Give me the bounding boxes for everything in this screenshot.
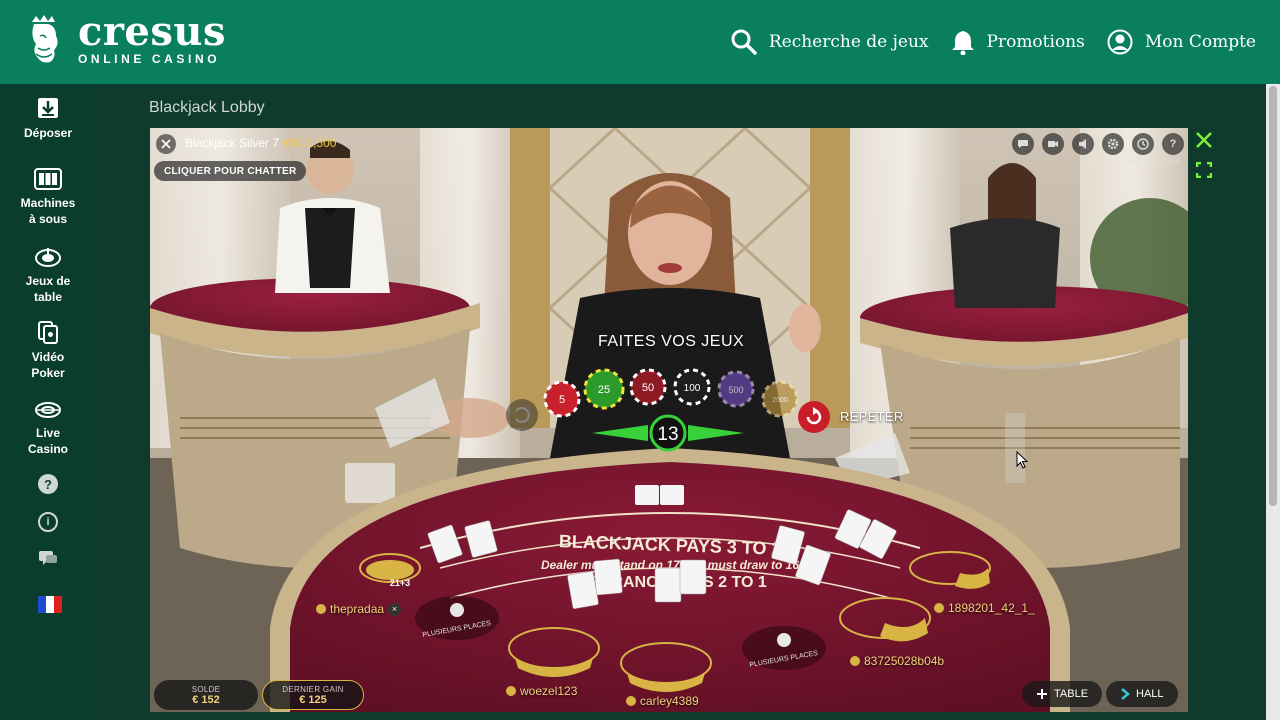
search-games-link[interactable]: Recherche de jeux [731, 29, 929, 55]
chip-500[interactable]: 500 [717, 370, 755, 408]
stream-status: HD # 00:57:59 [1131, 158, 1180, 165]
player-star-icon [850, 656, 860, 666]
chat-icon[interactable] [38, 550, 58, 568]
player-star-icon [626, 696, 636, 706]
player-star-icon [934, 603, 944, 613]
sidebar: Déposer Machines à sous Jeux de table Vi… [0, 84, 96, 720]
cards-icon [38, 321, 58, 344]
sidebar-item-live-casino[interactable]: Live Casino [0, 400, 96, 457]
top-nav: Recherche de jeux Promotions Mon Compte [731, 0, 1256, 84]
close-game-button[interactable] [156, 134, 176, 154]
chip-50-label: 50 [642, 382, 654, 394]
sidebar-item-label: Jeux de table [25, 274, 71, 304]
brand-logo[interactable]: cresus ONLINE CASINO [22, 8, 226, 66]
repeat-button-label[interactable]: RÉPÉTER [840, 409, 904, 424]
last-win-value: € 125 [299, 693, 327, 706]
chip-5-label: 5 [559, 394, 565, 406]
help-icon[interactable]: ? [1162, 133, 1184, 155]
place-bets-message: FAITES VOS JEUX [598, 333, 745, 350]
bell-icon [951, 31, 974, 55]
chevron-right-icon [1121, 688, 1130, 700]
info-icon[interactable]: i [38, 512, 58, 532]
page-title: Blackjack Lobby [149, 99, 265, 116]
balance-value: € 152 [192, 693, 220, 706]
chat-button[interactable]: CLIQUER POUR CHATTER [154, 161, 307, 181]
side-bet-label: 21+3 [390, 578, 410, 588]
live-casino-icon [35, 402, 61, 418]
chip-25[interactable]: 25 [583, 368, 625, 410]
last-win-box: DERNIER GAIN € 125 [262, 680, 364, 710]
promotions-label: Promotions [986, 32, 1085, 52]
scrollbar-thumb[interactable] [1269, 86, 1277, 506]
history-icon[interactable] [1132, 133, 1154, 155]
chip-rack: 5 25 50 100 500 2500 [543, 368, 799, 418]
camera-icon[interactable] [1042, 133, 1064, 155]
close-fullscreen-icon[interactable] [1194, 130, 1214, 150]
player-name[interactable]: carley4389 [626, 694, 699, 708]
player-star-icon [316, 604, 326, 614]
roulette-icon [35, 248, 61, 267]
page-scrollbar[interactable] [1266, 84, 1280, 720]
player-name[interactable]: thepradaa × [316, 602, 402, 616]
brand-name: cresus [78, 8, 226, 55]
sidebar-item-table-games[interactable]: Jeux de table [0, 246, 96, 305]
user-circle-icon [1107, 29, 1133, 55]
game-toolbar: ? [1012, 133, 1184, 155]
sound-icon[interactable] [1072, 133, 1094, 155]
player-star-icon [506, 686, 516, 696]
player-name[interactable]: woezel123 [506, 684, 577, 698]
table-name: Blackjack Silver 7 [185, 136, 280, 150]
plus-icon [1037, 689, 1047, 699]
mouse-cursor-icon [1016, 451, 1028, 469]
chip-100[interactable]: 100 [673, 368, 711, 406]
chip-2500-label: 2500 [772, 397, 788, 404]
sidebar-item-label: Machines à sous [20, 196, 76, 226]
chat-bubble-icon[interactable] [1012, 133, 1034, 155]
help-icon[interactable]: ? [38, 474, 58, 494]
sidebar-item-label: Déposer [23, 126, 73, 140]
close-icon [161, 139, 171, 149]
chip-2500[interactable]: 2500 [761, 380, 799, 418]
game-clock: # 00:57:59 [1146, 158, 1180, 165]
settings-gear-icon[interactable] [1102, 133, 1124, 155]
chip-25-label: 25 [598, 384, 610, 396]
search-games-label: Recherche de jeux [768, 32, 929, 52]
balance-box: SOLDE € 152 [154, 680, 258, 710]
live-blackjack-game[interactable]: BLACKJACK PAYS 3 TO 2 Dealer must stand … [150, 128, 1188, 712]
brand-tagline: ONLINE CASINO [78, 52, 221, 66]
hd-badge: HD [1130, 158, 1142, 165]
site-header: cresus ONLINE CASINO Recherche de jeux P… [0, 0, 1280, 84]
balance-label: SOLDE [191, 684, 221, 694]
player-name[interactable]: 1898201_42_1_ [934, 601, 1035, 615]
chip-100-label: 100 [684, 383, 701, 394]
search-icon [731, 29, 757, 55]
promotions-link[interactable]: Promotions [951, 29, 1085, 55]
slot-machine-icon [34, 168, 62, 190]
croesus-head-icon [32, 15, 58, 63]
fullscreen-icon[interactable] [1196, 162, 1212, 178]
account-link[interactable]: Mon Compte [1107, 29, 1256, 55]
countdown-timer: 13 [657, 424, 678, 445]
chip-500-label: 500 [728, 385, 743, 395]
sidebar-item-label: Vidéo Poker [31, 350, 65, 380]
france-flag-icon[interactable] [38, 596, 62, 613]
sidebar-item-video-poker[interactable]: Vidéo Poker [0, 320, 96, 381]
remove-player-icon[interactable]: × [388, 602, 402, 616]
last-win-label: DERNIER GAIN [282, 684, 344, 694]
hall-button[interactable]: HALL [1106, 681, 1178, 707]
chip-50[interactable]: 50 [629, 368, 667, 406]
chip-5[interactable]: 5 [543, 380, 581, 418]
sidebar-item-slots[interactable]: Machines à sous [0, 168, 96, 227]
table-title: Blackjack Silver 7 €50-2,500 [185, 136, 336, 150]
account-label: Mon Compte [1144, 32, 1256, 52]
table-button[interactable]: TABLE [1022, 681, 1103, 707]
sidebar-item-label: Live Casino [27, 426, 68, 456]
sidebar-item-deposit[interactable]: Déposer [0, 96, 96, 141]
table-limits: €50-2,500 [282, 136, 337, 150]
download-icon [38, 98, 58, 118]
player-name[interactable]: 83725028b04b [850, 654, 944, 668]
